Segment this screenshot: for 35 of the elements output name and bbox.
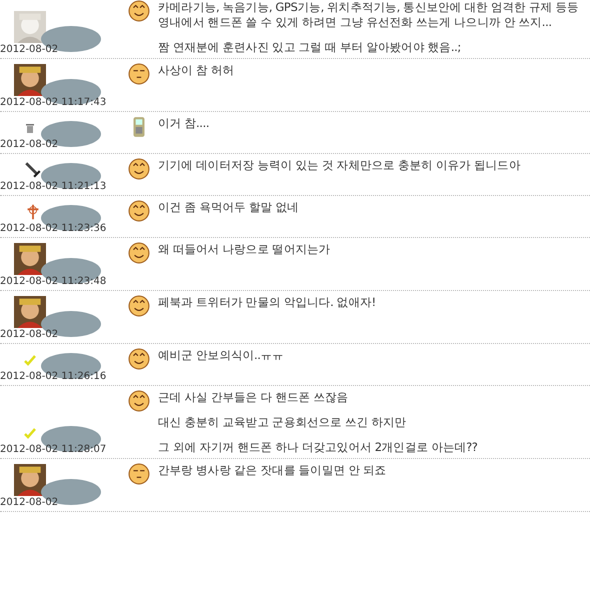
emoticon-icon xyxy=(128,348,150,370)
emoticon-icon xyxy=(128,295,150,317)
comment-timestamp: 2012-08-02 xyxy=(0,329,60,340)
comment-timestamp: 2012-08-02 xyxy=(0,497,60,508)
comment-timestamp: 2012-08-02 11:28:07 xyxy=(0,444,108,455)
emoticon-icon xyxy=(128,463,150,485)
comment-timestamp: 2012-08-02 11:23:36 xyxy=(0,223,108,234)
emoticon-icon xyxy=(128,63,150,85)
comment-text: 왜 떠들어서 나랑으로 떨어지는가 xyxy=(158,242,332,257)
comment-text: 이건 좀 욕먹어두 할말 없네 xyxy=(158,200,300,215)
comment-timestamp: 2012-08-02 11:17:43 xyxy=(0,97,108,108)
comment-timestamp: 2012-08-02 11:23:48 xyxy=(0,276,108,287)
comment-text: 그 외에 자기꺼 핸드폰 하나 더갖고있어서 2개인걸로 아는데?? xyxy=(158,440,479,455)
comment-text: 예비군 안보의식이..ㅠㅠ xyxy=(158,348,285,363)
emoticon-icon xyxy=(128,200,150,222)
comment-text: 카메라기능, 녹음기능, GPS기능, 위치추적기능, 통신보안에 대한 엄격한 규제 등등 영내에서 핸드폰 쓸 수 있게 하려면 그냥 유선전화 쓰는게 나으니까 안 쓰지... xyxy=(158,0,580,30)
comment-text: 기기에 데이터저장 능력이 있는 것 자체만으로 충분히 이유가 됩니드아 xyxy=(158,158,522,173)
emoticon-icon xyxy=(128,0,150,22)
comment-text: 대신 충분히 교육받고 군용회선으로 쓰긴 하지만 xyxy=(158,415,408,430)
comment-timestamp: 2012-08-02 xyxy=(0,139,60,150)
comment-text: 이거 참.... xyxy=(158,116,210,131)
check-icon xyxy=(24,427,36,439)
comment-text: 간부랑 병사랑 같은 잣대를 들이밀면 안 되죠 xyxy=(158,463,388,478)
comment-text: 근데 사실 간부들은 다 핸드폰 쓰잖음 xyxy=(158,390,350,405)
emoticon-icon xyxy=(128,242,150,264)
comment-text: 짬 연재분에 훈련사진 있고 그럴 때 부터 알아봤어야 했음..; xyxy=(158,40,462,55)
comment-text: 페북과 트위터가 만물의 악입니다. 없애자! xyxy=(158,295,377,310)
comment-timestamp: 2012-08-02 11:21:13 xyxy=(0,181,108,192)
check-icon xyxy=(24,354,36,366)
trash-icon xyxy=(24,122,36,134)
comment-timestamp: 2012-08-02 11:26:16 xyxy=(0,371,108,382)
emoticon-icon xyxy=(128,390,150,412)
comment-timestamp: 2012-08-02 xyxy=(0,44,60,55)
comment-text: 사상이 참 허허 xyxy=(158,63,236,78)
emoticon-icon xyxy=(128,158,150,180)
